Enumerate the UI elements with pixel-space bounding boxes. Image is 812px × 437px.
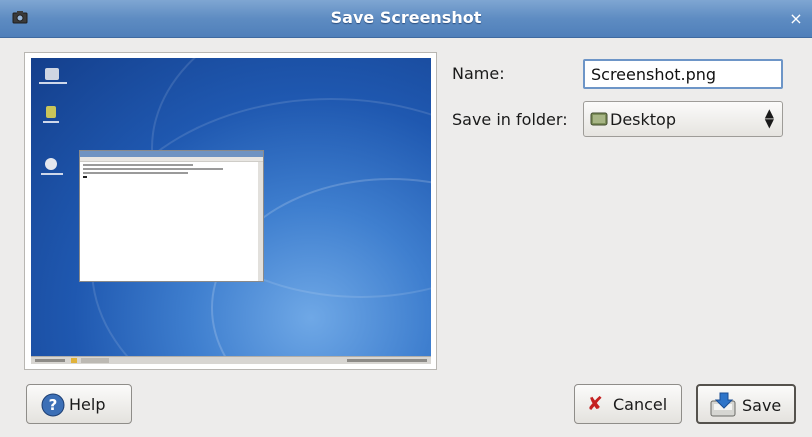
save-folder-combo[interactable]: Desktop ▲ ▼ xyxy=(583,101,783,137)
help-icon: ? xyxy=(41,393,65,417)
help-button[interactable]: ? Help xyxy=(26,384,132,424)
title-bar[interactable]: Save Screenshot × xyxy=(0,0,812,38)
name-input[interactable] xyxy=(583,59,783,89)
close-icon[interactable]: × xyxy=(786,9,806,29)
save-icon xyxy=(710,392,736,417)
folder-value: Desktop xyxy=(610,110,676,129)
name-label: Name: xyxy=(452,64,505,83)
cancel-icon: ✘ xyxy=(587,393,603,415)
preview-bottom-panel xyxy=(31,356,431,364)
preview-image xyxy=(31,58,431,364)
window-title: Save Screenshot xyxy=(330,8,482,27)
chevron-updown-icon: ▲ ▼ xyxy=(764,106,774,130)
folder-label-text: Save in folder: xyxy=(452,110,568,129)
screenshot-preview xyxy=(24,52,437,370)
cancel-button[interactable]: ✘ Cancel xyxy=(574,384,682,424)
folder-label: Save in folder: xyxy=(452,110,568,129)
name-label-text: Name: xyxy=(452,64,505,83)
computer-desktop-icon xyxy=(45,68,59,80)
save-button[interactable]: Save xyxy=(696,384,796,424)
trash-desktop-icon xyxy=(46,106,56,118)
cancel-button-label: Cancel xyxy=(613,395,668,414)
preview-terminal-window xyxy=(79,150,264,282)
save-button-label: Save xyxy=(742,396,782,415)
desktop-folder-icon xyxy=(590,112,608,126)
disc-desktop-icon xyxy=(45,158,57,170)
help-button-label: Help xyxy=(69,395,106,414)
svg-text:?: ? xyxy=(49,396,58,414)
